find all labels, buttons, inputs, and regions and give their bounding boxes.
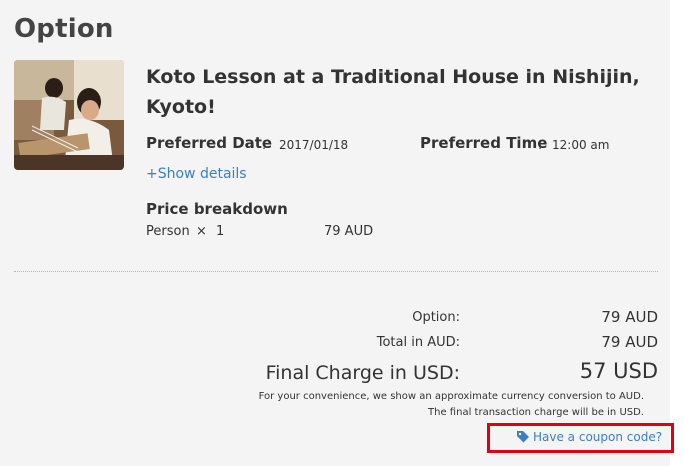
final-charge-label: Final Charge in USD: xyxy=(265,362,460,384)
currency-note-line-1: For your convenience, we show an approxi… xyxy=(258,391,644,402)
option-total-value: 79 AUD xyxy=(601,308,658,326)
price-breakdown-item-label: Person xyxy=(146,224,190,239)
currency-note-line-2: The final transaction charge will be in … xyxy=(428,407,644,418)
preferred-time-label: Preferred Time xyxy=(420,134,548,152)
show-details-link[interactable]: +Show details xyxy=(146,166,247,182)
price-breakdown-amount: 79 AUD xyxy=(324,224,374,239)
coupon-code-link[interactable]: Have a coupon code? xyxy=(516,430,662,444)
price-breakdown-multiply: × xyxy=(196,224,207,239)
preferred-time-value: 12:00 am xyxy=(552,138,610,152)
option-panel: Option Koto Lesson at a Traditional Hous… xyxy=(0,0,670,466)
total-aud-value: 79 AUD xyxy=(601,333,658,351)
total-aud-label: Total in AUD: xyxy=(376,335,460,350)
divider xyxy=(14,271,658,272)
product-title-line-2: Kyoto! xyxy=(146,96,216,118)
price-breakdown-quantity: 1 xyxy=(216,224,225,239)
final-charge-value: 57 USD xyxy=(579,359,658,383)
preferred-date-separator: : xyxy=(262,138,267,152)
option-total-label: Option: xyxy=(412,310,460,325)
product-title[interactable]: Koto Lesson at a Traditional House in Ni… xyxy=(146,62,646,122)
photo-thumbnail-image xyxy=(14,60,124,170)
preferred-date-label: Preferred Date xyxy=(146,134,273,152)
product-thumbnail[interactable] xyxy=(14,60,124,170)
product-title-line-1: Koto Lesson at a Traditional House in Ni… xyxy=(146,66,640,88)
preferred-date-value: 2017/01/18 xyxy=(279,138,349,152)
tag-icon xyxy=(517,431,529,443)
coupon-code-label: Have a coupon code? xyxy=(533,430,663,444)
section-title: Option xyxy=(14,14,114,44)
preferred-time-separator: : xyxy=(538,138,543,152)
price-breakdown-title: Price breakdown xyxy=(146,200,288,218)
